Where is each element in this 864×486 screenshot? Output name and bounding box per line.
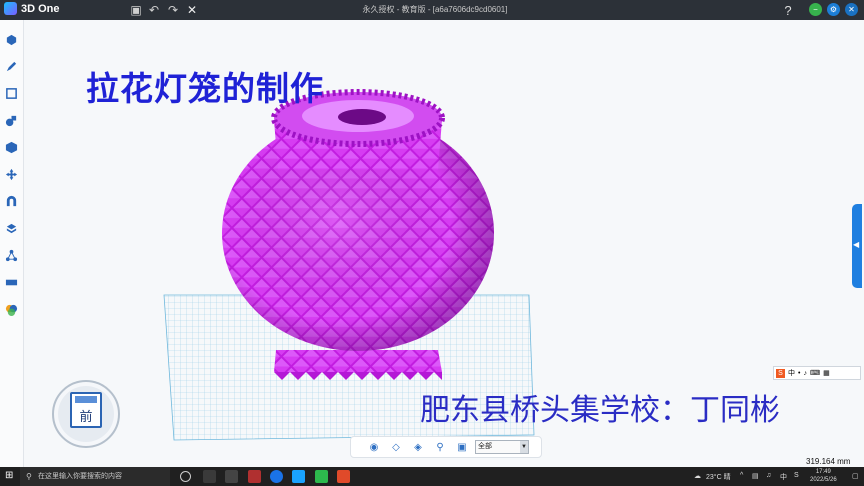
close-window-button[interactable]: ✕ xyxy=(845,3,858,16)
taskbar-search[interactable]: ⚲ 在这里输入你要搜索的内容 xyxy=(20,467,170,486)
undo-icon[interactable]: ↶ xyxy=(146,2,162,18)
app-1-icon[interactable] xyxy=(225,470,238,483)
3d-one-taskbar-icon[interactable] xyxy=(292,470,305,483)
measure-icon[interactable] xyxy=(4,275,19,290)
sogou-badge: S xyxy=(776,368,785,378)
tray-chevron-icon[interactable]: ^ xyxy=(740,472,743,479)
view-toolbar: ◉ ◇ ◈ ⚲ ▣ 全部 ▼ xyxy=(350,436,542,458)
select-filter-icon[interactable]: ▣ xyxy=(455,440,469,454)
ime-mode[interactable]: 中 xyxy=(788,368,795,378)
close-file-icon[interactable]: ✕ xyxy=(184,2,200,18)
feature-icon[interactable] xyxy=(4,113,19,128)
ime-tray-icon[interactable]: 中 xyxy=(780,472,787,482)
volume-icon[interactable]: ♫ xyxy=(766,472,771,479)
window-title: 永久授权 - 教育版 - [a6a7606dc9cd0601] xyxy=(362,5,508,14)
app-logo-icon xyxy=(4,2,17,15)
view-cube-label: 前 xyxy=(79,410,93,425)
color-icon[interactable] xyxy=(4,302,19,317)
filter-select[interactable]: 全部 ▼ xyxy=(475,440,529,454)
video-headline: 拉花灯笼的制作 xyxy=(86,69,324,108)
save-icon[interactable]: ▣ xyxy=(128,2,144,18)
ime-keyboard-icon[interactable]: ⌨ xyxy=(810,369,820,377)
settings-button[interactable]: ⚙ xyxy=(827,3,840,16)
ime-voice-icon[interactable]: ♪ xyxy=(803,370,807,377)
view-cube-front-face[interactable]: 前 xyxy=(70,392,102,428)
combine-icon[interactable] xyxy=(4,194,19,209)
sogou-tray-icon[interactable]: S xyxy=(794,472,799,479)
primitives-icon[interactable] xyxy=(4,32,19,47)
author-caption: 肥东县桥头集学校：丁同彬 xyxy=(420,393,780,428)
minimize-button[interactable]: − xyxy=(809,3,822,16)
filter-value: 全部 xyxy=(478,443,492,450)
system-clock[interactable]: 17:49 2022/5/26 xyxy=(810,468,837,484)
ime-tools-icon[interactable]: ▦ xyxy=(823,369,830,377)
view-cube-top-face[interactable] xyxy=(75,396,97,403)
browser-icon[interactable] xyxy=(270,470,283,483)
app-name: 3D One xyxy=(21,2,60,15)
zoom-icon[interactable]: ⚲ xyxy=(433,440,447,454)
windows-start-icon[interactable]: ⊞ xyxy=(5,470,13,481)
render-mode-icon[interactable]: ◈ xyxy=(411,440,425,454)
app-4-icon[interactable] xyxy=(315,470,328,483)
expand-arrow-icon: ◀ xyxy=(853,240,860,249)
weather-icon[interactable]: ☁ xyxy=(694,472,701,480)
view-cube-icon[interactable]: ◇ xyxy=(389,440,403,454)
move-icon[interactable] xyxy=(4,167,19,182)
chevron-down-icon: ▼ xyxy=(520,441,528,453)
weather-text[interactable]: 23°C 晴 xyxy=(706,472,731,482)
app-5-icon[interactable] xyxy=(337,470,350,483)
network-icon[interactable]: ▤ xyxy=(752,472,759,480)
cortana-icon[interactable] xyxy=(180,471,191,482)
help-icon[interactable]: ? xyxy=(780,2,796,18)
left-toolbar xyxy=(0,20,24,467)
notifications-icon[interactable]: ▢ xyxy=(852,472,859,480)
mesh-icon[interactable] xyxy=(4,248,19,263)
ime-toolbar[interactable]: S 中 • ♪ ⌨ ▦ xyxy=(773,366,861,380)
view-cube[interactable]: 前 xyxy=(52,380,120,448)
special-function-icon[interactable] xyxy=(4,140,19,155)
redo-icon[interactable]: ↷ xyxy=(165,2,181,18)
clock-time: 17:49 xyxy=(815,469,831,475)
task-view-icon[interactable] xyxy=(203,470,216,483)
sketch-edit-icon[interactable] xyxy=(4,86,19,101)
taskbar: ⊞ ⚲ 在这里输入你要搜索的内容 ☁ 23°C 晴 ^ ▤ ♫ 中 S 17:4… xyxy=(0,467,864,486)
measurement-readout: 319.164 mm xyxy=(806,457,851,466)
view-eye-icon[interactable]: ◉ xyxy=(367,440,381,454)
pattern-icon[interactable] xyxy=(4,221,19,236)
ime-punctuation-icon[interactable]: • xyxy=(798,370,800,377)
search-placeholder: 在这里输入你要搜索的内容 xyxy=(38,473,122,480)
sketch-icon[interactable] xyxy=(4,59,19,74)
app-2-icon[interactable] xyxy=(248,470,261,483)
resource-library-tab[interactable]: ◀ xyxy=(852,204,862,288)
title-bar: 3D One ▣ ↶ ↷ ✕ 永久授权 - 教育版 - [a6a7606dc9c… xyxy=(0,0,864,20)
search-icon: ⚲ xyxy=(26,472,32,481)
app-logo[interactable]: 3D One xyxy=(4,2,60,15)
clock-date: 2022/5/26 xyxy=(810,477,837,483)
